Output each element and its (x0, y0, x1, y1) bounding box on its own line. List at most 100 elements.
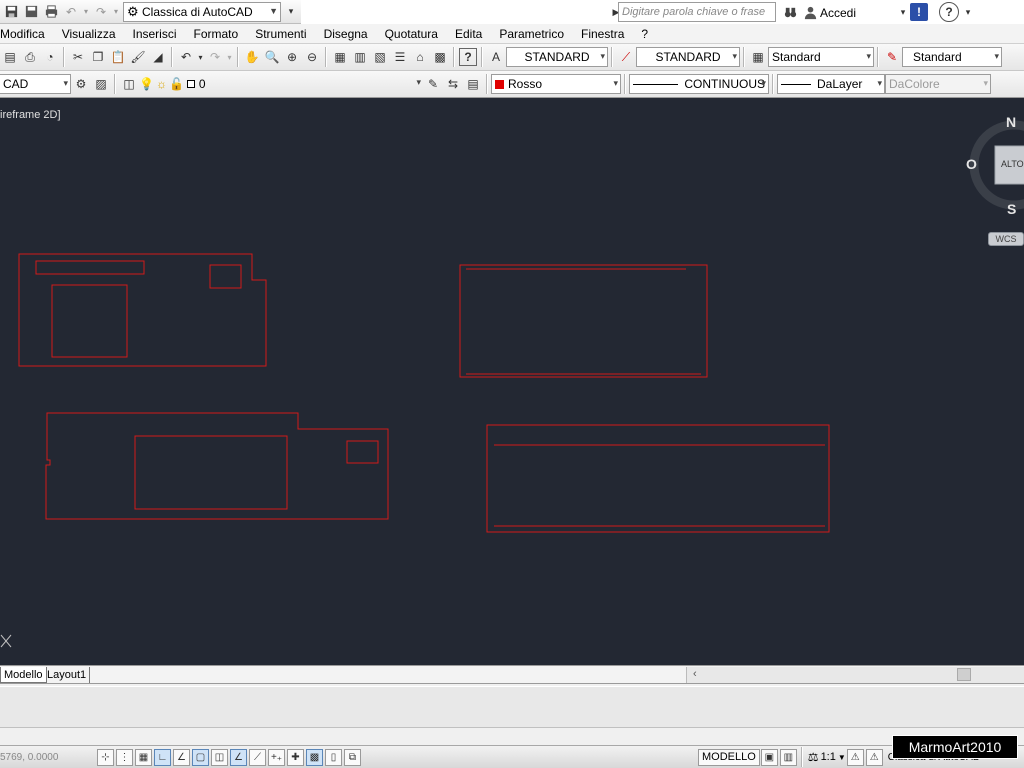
text-style-select[interactable]: STANDARD ▾ (506, 47, 608, 67)
viewcube-west[interactable]: O (966, 156, 977, 172)
viewcube[interactable]: N O S ALTO WCS (966, 114, 1024, 246)
annotation-visibility-icon[interactable]: ⚠ (846, 748, 864, 766)
layer-manager-icon[interactable]: ◫ (120, 75, 138, 93)
viewcube-top-face[interactable]: ALTO (1001, 159, 1024, 169)
color-select[interactable]: Rosso ▾ (491, 74, 621, 94)
sheet-set-icon[interactable]: ☰ (391, 48, 409, 66)
redo-icon[interactable]: ↷ (92, 3, 110, 21)
layer-previous-icon[interactable]: ⇆ (444, 75, 462, 93)
layer-select[interactable]: 💡 ☼ 🔓 0 ▾ (139, 74, 423, 94)
dynamic-input-icon[interactable]: +₊ (268, 748, 285, 766)
menu-finestra[interactable]: Finestra (572, 24, 632, 44)
tab-modello[interactable]: Modello (0, 667, 47, 683)
quick-view-drawings-icon[interactable]: ▥ (779, 748, 797, 766)
lineweight-select[interactable]: DaLayer ▾ (777, 74, 885, 94)
sign-in-link[interactable]: Accedi (820, 6, 856, 20)
outline-piece-2[interactable] (459, 264, 708, 378)
menu-disegna[interactable]: Disegna (315, 24, 376, 44)
workspace-select[interactable]: ⚙ Classica di AutoCAD ▼ (123, 1, 281, 22)
redo-toolbar-dropdown-icon[interactable]: ▾ (226, 48, 233, 66)
large-cutout-piece-1[interactable] (51, 284, 128, 358)
model-space-toggle[interactable]: MODELLO (698, 748, 760, 766)
menu-visualizza[interactable]: Visualizza (53, 24, 124, 44)
annotation-scale-dropdown-icon[interactable]: ▼ (838, 753, 846, 762)
quick-access-menu-icon[interactable]: ▾ (282, 3, 300, 21)
auto-scale-icon[interactable]: ⚠ (865, 748, 883, 766)
annotation-scale-icon[interactable]: ⚖ (808, 750, 819, 764)
selection-cycling-icon[interactable]: ⧉ (344, 748, 361, 766)
slot-piece-1[interactable] (35, 260, 145, 275)
properties-icon[interactable]: ▦ (331, 48, 349, 66)
help-toolbar-icon[interactable]: ? (459, 48, 477, 66)
print-icon[interactable] (42, 3, 60, 21)
menu-parametrico[interactable]: Parametrico (490, 24, 572, 44)
table-style-select[interactable]: Standard ▾ (768, 47, 874, 67)
design-center-icon[interactable]: ▥ (351, 48, 369, 66)
calculator-icon[interactable]: ▩ (431, 48, 449, 66)
workspace-customize-icon[interactable]: ▨ (92, 75, 110, 93)
dynamic-ucs-icon[interactable]: ⟋ (249, 748, 266, 766)
binoculars-icon[interactable] (781, 3, 799, 21)
plot-style-select[interactable]: DaColore ▾ (885, 74, 991, 94)
save-icon[interactable] (2, 3, 20, 21)
ortho-mode-icon[interactable]: ∟ (154, 748, 171, 766)
plot-icon[interactable]: ⎙ (21, 48, 39, 66)
menu-strumenti[interactable]: Strumenti (246, 24, 314, 44)
print-preview-icon[interactable]: ▤ (1, 48, 19, 66)
menu-inserisci[interactable]: Inserisci (124, 24, 185, 44)
markup-icon[interactable]: ⌂ (411, 48, 429, 66)
publish-icon[interactable]: ◔ (41, 48, 59, 66)
workspace-short-select[interactable]: CAD ▾ (0, 74, 71, 94)
scroll-left-icon[interactable]: ‹ (693, 668, 697, 680)
redo-dropdown-icon[interactable]: ▾ (112, 3, 120, 21)
small-cutout-piece-1[interactable] (209, 264, 242, 289)
menu-formato[interactable]: Formato (185, 24, 247, 44)
copy-icon[interactable]: ❐ (89, 48, 107, 66)
menu-modifica[interactable]: Modifica (0, 24, 53, 44)
pan-icon[interactable]: ✋ (243, 48, 261, 66)
drawing-viewport[interactable]: ireframe 2D] N O S ALTO WCS (0, 98, 1024, 665)
command-line[interactable] (0, 686, 1024, 728)
menu-quotatura[interactable]: Quotatura (376, 24, 446, 44)
redo-toolbar-icon[interactable]: ↷ (206, 48, 224, 66)
large-cutout-piece-3[interactable] (134, 435, 288, 510)
drawing-canvas[interactable] (0, 98, 1024, 665)
cut-icon[interactable]: ✂ (69, 48, 87, 66)
save-as-icon[interactable] (22, 3, 40, 21)
text-style-icon[interactable]: A (487, 48, 505, 66)
mleader-style-icon[interactable]: ✎ (883, 48, 901, 66)
zoom-previous-icon[interactable]: ⊖ (303, 48, 321, 66)
scroll-thumb[interactable] (957, 668, 971, 681)
undo-toolbar-dropdown-icon[interactable]: ▾ (197, 48, 204, 66)
small-cutout-piece-3[interactable] (346, 440, 379, 464)
table-style-icon[interactable]: ▦ (749, 48, 767, 66)
undo-icon[interactable]: ↶ (62, 3, 80, 21)
snap-mode-icon[interactable]: ⋮ (116, 748, 133, 766)
linetype-select[interactable]: CONTINUOUS ▾ (629, 74, 769, 94)
search-input[interactable]: Digitare parola chiave o frase (618, 2, 776, 22)
dim-style-select[interactable]: STANDARD ▾ (636, 47, 740, 67)
workspace-settings-icon[interactable]: ⚙ (72, 75, 90, 93)
quick-view-layouts-icon[interactable]: ▣ (760, 748, 778, 766)
zoom-realtime-icon[interactable]: 🔍 (263, 48, 281, 66)
annotation-scale[interactable]: 1:1 (821, 751, 836, 763)
layer-states-icon[interactable]: ▤ (464, 75, 482, 93)
lineweight-toggle-icon[interactable]: ✚ (287, 748, 304, 766)
mleader-style-select[interactable]: Standard ▾ (902, 47, 1002, 67)
help-icon[interactable]: ? (939, 2, 959, 22)
help-dropdown-icon[interactable]: ▾ (959, 3, 977, 21)
make-current-layer-icon[interactable]: ✎ (424, 75, 442, 93)
zoom-window-icon[interactable]: ⊕ (283, 48, 301, 66)
infer-constraints-icon[interactable]: ⊹ (97, 748, 114, 766)
menu-help[interactable]: ? (632, 24, 656, 44)
outline-piece-1[interactable] (18, 253, 267, 367)
outline-piece-3[interactable] (45, 412, 389, 520)
user-icon[interactable] (801, 3, 819, 21)
3d-object-snap-icon[interactable]: ◫ (211, 748, 228, 766)
menu-edita[interactable]: Edita (446, 24, 490, 44)
outline-piece-4[interactable] (486, 424, 830, 533)
block-editor-icon[interactable]: ◢ (149, 48, 167, 66)
dim-style-icon[interactable]: ⟋ (617, 48, 635, 66)
tab-layout1[interactable]: Layout1 (44, 667, 91, 683)
object-snap-icon[interactable]: ▢ (192, 748, 209, 766)
